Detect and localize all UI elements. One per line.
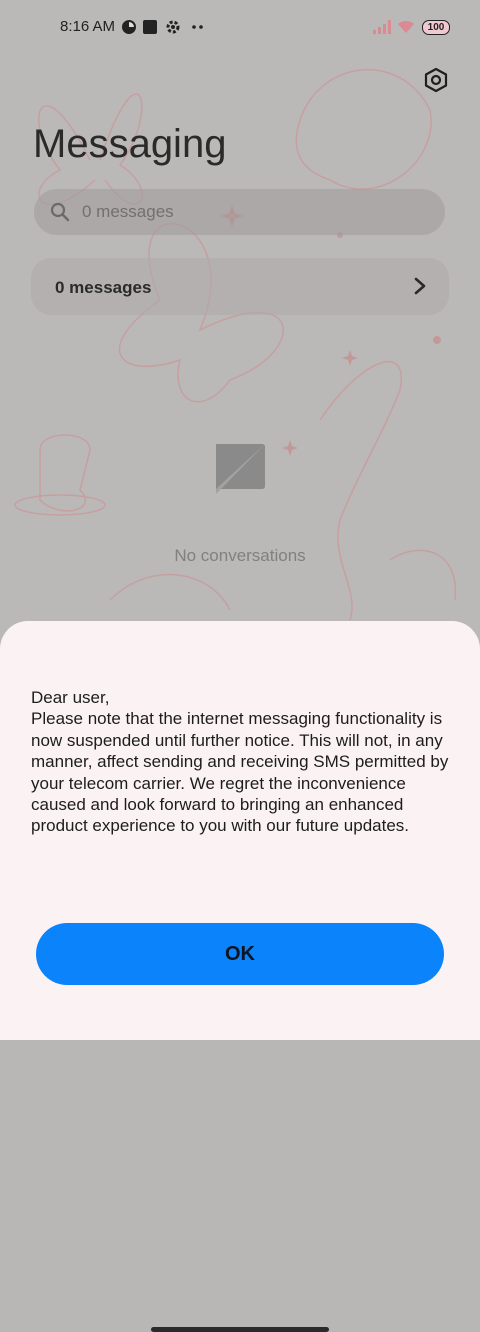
gear-icon [166, 20, 180, 34]
search-input[interactable]: 0 messages [34, 189, 445, 235]
data-saver-icon [122, 20, 136, 34]
wifi-icon [398, 20, 414, 33]
app-notification-icon [143, 20, 157, 34]
battery-icon: 100 [422, 20, 450, 35]
message-summary-card[interactable]: 0 messages [31, 258, 449, 315]
settings-hex-icon [424, 67, 448, 93]
notice-message: Dear user, Please note that the internet… [31, 688, 449, 836]
gesture-handle[interactable] [151, 1327, 329, 1332]
settings-button[interactable] [419, 63, 453, 97]
chevron-right-icon [414, 277, 426, 295]
more-dots-icon [192, 25, 203, 29]
search-placeholder: 0 messages [82, 202, 174, 221]
status-time: 8:16 AM [60, 18, 116, 35]
battery-level: 100 [427, 22, 445, 33]
status-bar: 8:16 AM 100 [0, 14, 480, 42]
message-count-label: 0 messages [55, 278, 152, 297]
empty-state-text: No conversations [174, 546, 306, 565]
ok-button-label: OK [225, 942, 255, 965]
signal-icon [373, 20, 391, 34]
message-bubble-icon [216, 444, 265, 494]
page-title: Messaging [33, 122, 227, 166]
search-icon [50, 202, 70, 222]
ok-button[interactable]: OK [36, 923, 444, 985]
notice-dialog: Dear user, Please note that the internet… [0, 621, 480, 1332]
